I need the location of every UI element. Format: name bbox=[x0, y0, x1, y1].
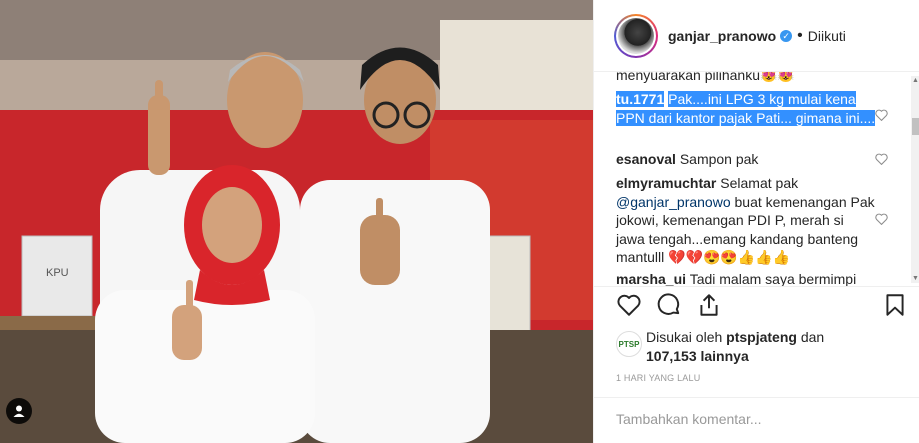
comment-mention-link[interactable]: @ganjar_pranowo bbox=[616, 194, 731, 210]
liker-avatar[interactable]: PTSP bbox=[616, 331, 642, 357]
comment-text: Sampon pak bbox=[679, 151, 759, 167]
comment-like-button[interactable] bbox=[875, 108, 888, 124]
comment-like-button[interactable] bbox=[875, 212, 888, 228]
share-button[interactable] bbox=[696, 292, 726, 322]
ballot-box-label: KPU bbox=[46, 267, 69, 279]
comment-username[interactable]: elmyramuchtar bbox=[616, 175, 716, 191]
post-header: ganjar_pranowo ✓ • Diikuti bbox=[594, 0, 919, 72]
scroll-down-arrow[interactable]: ▼ bbox=[911, 274, 919, 283]
heart-icon bbox=[617, 294, 641, 316]
comment-username[interactable]: tu.1771 bbox=[616, 91, 665, 107]
comment-item: elmyramuchtar Selamat pak @ganjar_pranow… bbox=[616, 174, 876, 267]
profile-avatar[interactable] bbox=[614, 13, 658, 58]
scroll-thumb[interactable] bbox=[912, 118, 919, 135]
verified-icon: ✓ bbox=[780, 29, 793, 42]
heart-icon bbox=[875, 109, 888, 122]
heart-icon bbox=[875, 153, 888, 166]
add-comment-input[interactable] bbox=[616, 405, 906, 433]
comment-text: Tadi malam saya bermimpi bbox=[689, 271, 857, 286]
comment-emoji: 💔💔😍😍👍👍👍 bbox=[668, 249, 791, 265]
user-tag-icon bbox=[13, 405, 25, 417]
comments-scrollbar[interactable]: ▲ ▼ bbox=[911, 76, 919, 283]
comment-item: marsha_ui Tadi malam saya bermimpi bbox=[616, 270, 876, 286]
comment-text: Selamat pak bbox=[720, 175, 799, 191]
action-bar bbox=[616, 292, 912, 324]
comment-username[interactable]: marsha_ui bbox=[616, 271, 686, 286]
divider bbox=[594, 397, 919, 398]
comments-list[interactable]: menyuarakan pilihanku😻😻 tu.1771 Pak....i… bbox=[594, 72, 910, 286]
comment-button[interactable] bbox=[656, 292, 686, 322]
scroll-up-arrow[interactable]: ▲ bbox=[911, 76, 919, 85]
comment-like-button[interactable] bbox=[875, 152, 888, 168]
comment-item: esanoval Sampon pak bbox=[616, 150, 876, 169]
bookmark-icon bbox=[886, 294, 904, 316]
post-timestamp[interactable]: 1 HARI YANG LALU bbox=[616, 373, 700, 383]
liker-username-link[interactable]: ptspjateng bbox=[726, 329, 797, 345]
likes-count-link[interactable]: 107,153 lainnya bbox=[646, 348, 749, 364]
comment-username[interactable]: esanoval bbox=[616, 151, 676, 167]
like-button[interactable] bbox=[616, 292, 646, 322]
post-side-panel: ganjar_pranowo ✓ • Diikuti menyuarakan p… bbox=[593, 0, 919, 443]
header-separator: • bbox=[797, 26, 803, 44]
comment-icon bbox=[657, 293, 680, 315]
save-button[interactable] bbox=[882, 292, 912, 322]
user-tag-button[interactable] bbox=[6, 398, 32, 424]
share-icon bbox=[700, 294, 718, 316]
post-photo[interactable]: KPU bbox=[0, 0, 593, 443]
comment-item: menyuarakan pilihanku😻😻 bbox=[616, 72, 876, 85]
avatar-image bbox=[618, 17, 654, 54]
photo-illustration: KPU bbox=[0, 0, 593, 443]
heart-icon bbox=[875, 213, 888, 226]
comment-text: menyuarakan pilihanku😻😻 bbox=[616, 72, 795, 83]
likes-conjunction: dan bbox=[800, 329, 825, 345]
likes-summary: PTSP Disukai oleh ptspjateng dan 107,153… bbox=[616, 328, 912, 366]
likes-prefix: Disukai oleh bbox=[646, 329, 723, 345]
comment-item: tu.1771 Pak....ini LPG 3 kg mulai kena P… bbox=[616, 90, 876, 127]
follow-status-button[interactable]: Diikuti bbox=[808, 28, 846, 44]
divider bbox=[594, 286, 919, 287]
username-link[interactable]: ganjar_pranowo bbox=[668, 28, 776, 44]
